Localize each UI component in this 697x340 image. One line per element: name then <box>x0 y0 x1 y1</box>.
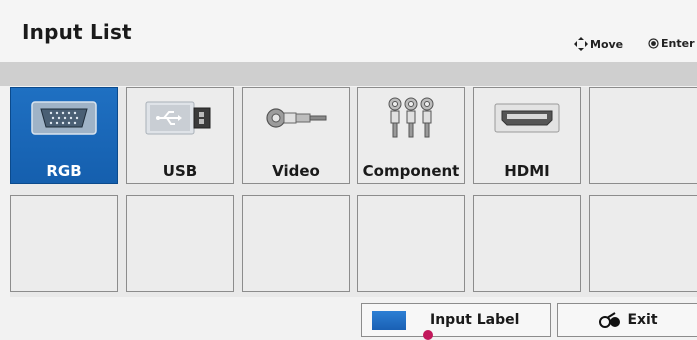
component-rca-icon <box>358 96 464 140</box>
move-arrows-icon <box>574 37 588 51</box>
enter-hint: Enter <box>648 37 695 50</box>
empty-tile <box>589 87 697 184</box>
input-label-rgb: RGB <box>46 162 82 180</box>
empty-tile <box>242 195 350 292</box>
pointer-indicator <box>423 330 433 340</box>
video-rca-icon <box>243 96 349 140</box>
input-tile-video[interactable]: Video <box>242 87 350 184</box>
exit-back-icon <box>599 312 621 328</box>
rgb-port-icon <box>11 96 117 140</box>
empty-tile <box>473 195 581 292</box>
empty-tile <box>589 195 697 292</box>
input-tile-usb[interactable]: USB <box>126 87 234 184</box>
exit-button[interactable]: Exit <box>557 303 697 337</box>
hdmi-port-icon <box>474 96 580 140</box>
input-tile-rgb[interactable]: RGB <box>10 87 118 184</box>
input-label-component: Component <box>362 162 460 180</box>
ok-button-icon <box>648 38 659 49</box>
input-tile-hdmi[interactable]: HDMI <box>473 87 581 184</box>
input-tile-component[interactable]: Component <box>357 87 465 184</box>
empty-tile <box>10 195 118 292</box>
input-label-button-label: Input Label <box>430 312 520 328</box>
blue-key-icon <box>372 310 406 330</box>
input-label-button[interactable]: Input Label <box>361 303 551 337</box>
empty-tile <box>357 195 465 292</box>
usb-port-icon <box>127 96 233 140</box>
input-label-video: Video <box>272 162 320 180</box>
enter-hint-label: Enter <box>661 37 695 50</box>
input-label-hdmi: HDMI <box>504 162 550 180</box>
page-title: Input List <box>22 20 132 44</box>
input-label-usb: USB <box>162 162 198 180</box>
separator-band <box>0 62 697 86</box>
move-hint-label: Move <box>590 37 624 51</box>
header-bar: Input List Move Enter <box>0 0 697 62</box>
empty-tile <box>126 195 234 292</box>
exit-button-label: Exit <box>627 312 658 328</box>
input-grid: RGB USB Video Component HDMI <box>10 87 697 297</box>
move-hint: Move <box>574 37 623 51</box>
